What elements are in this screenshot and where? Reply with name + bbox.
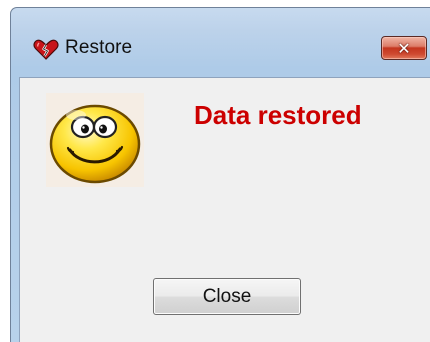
close-icon: ✕	[397, 38, 411, 58]
close-button[interactable]: Close	[153, 278, 301, 315]
title-bar[interactable]: Restore ✕	[11, 8, 430, 76]
smiley-face-icon	[49, 104, 141, 184]
broken-heart-icon[interactable]	[33, 38, 59, 60]
window-close-button[interactable]: ✕	[381, 36, 427, 60]
restore-dialog-window: Restore ✕ Data restored Close	[10, 7, 430, 342]
dialog-content: Data restored Close	[19, 77, 430, 342]
smiley-image	[46, 93, 144, 187]
status-message: Data restored	[194, 100, 362, 130]
window-title: Restore	[65, 37, 133, 58]
